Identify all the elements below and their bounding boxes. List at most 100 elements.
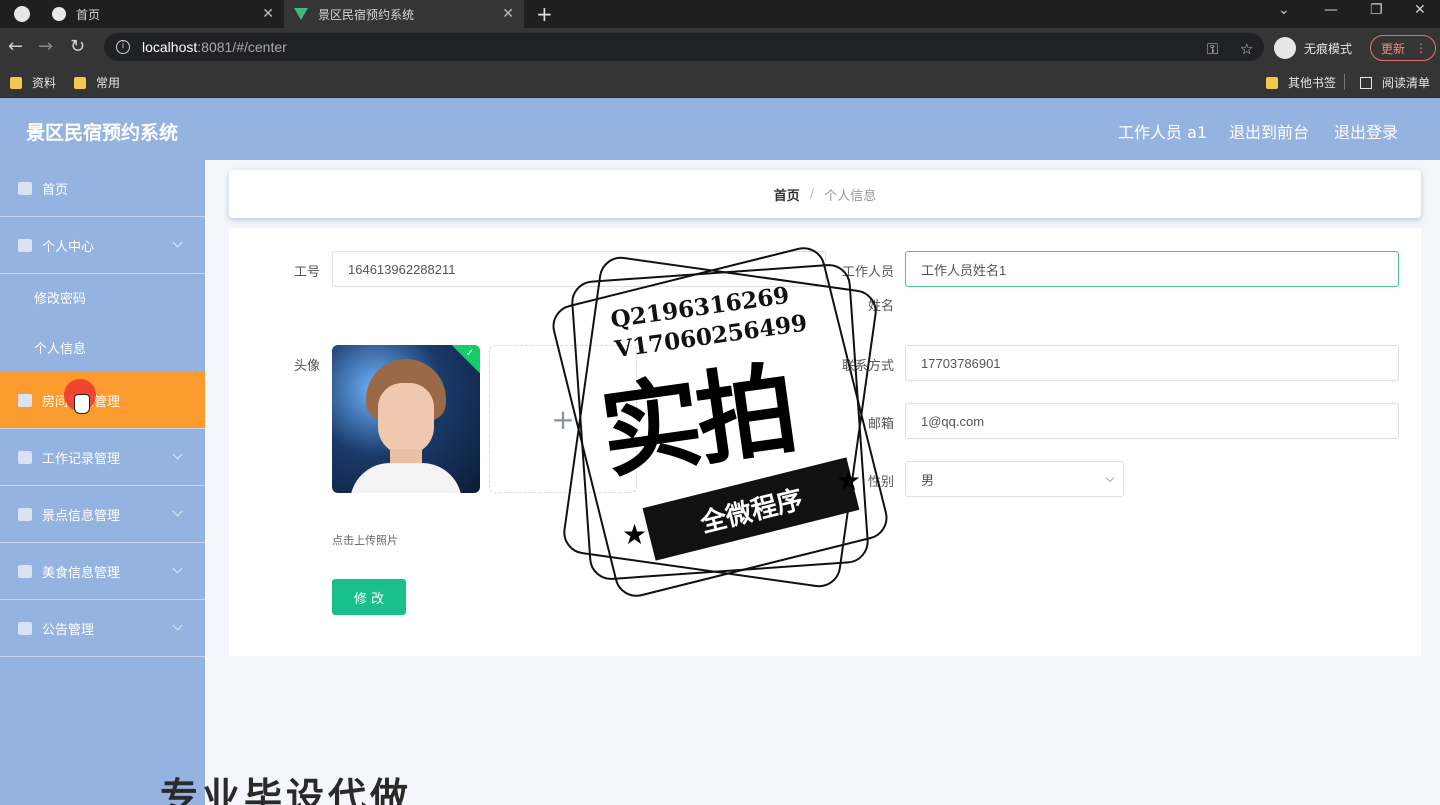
sidebar-item-label: 个人中心 xyxy=(42,239,95,255)
reload-icon[interactable]: ↻ xyxy=(70,36,85,57)
phone-input[interactable]: 17703786901 xyxy=(905,345,1399,381)
email-value: 1@qq.com xyxy=(921,413,985,429)
tab-app[interactable]: 景区民宿预约系统 ✕ xyxy=(284,0,524,28)
chevron-down-icon xyxy=(172,449,183,460)
sidebar-item-change-password[interactable]: 修改密码 xyxy=(0,272,205,322)
sidebar-item-room-management[interactable]: 房间信息管理 xyxy=(0,372,205,429)
hand-cursor-icon xyxy=(74,394,90,414)
new-tab-icon[interactable]: + xyxy=(536,2,553,26)
app-title: 景区民宿预约系统 xyxy=(26,122,179,144)
home-icon xyxy=(18,181,32,195)
stamp-big-text: 实拍 xyxy=(594,350,801,493)
chevron-down-icon[interactable]: ⌄ xyxy=(1278,2,1290,18)
forward-icon[interactable]: → xyxy=(38,36,53,57)
bookmark-label: 阅读清单 xyxy=(1382,76,1431,90)
chevron-up-icon xyxy=(172,237,183,248)
chevron-down-icon xyxy=(172,620,183,631)
grid-icon xyxy=(18,507,32,521)
sidebar-item-label: 公告管理 xyxy=(42,622,95,638)
back-to-front-link[interactable]: 退出到前台 xyxy=(1229,119,1309,143)
avatar-face xyxy=(378,383,434,455)
chevron-down-icon xyxy=(172,563,183,574)
url-input[interactable]: i localhost :8081/#/center xyxy=(104,33,1264,61)
name-value: 工作人员姓名1 xyxy=(921,262,1007,278)
divider xyxy=(1344,74,1345,90)
aperture-icon xyxy=(18,621,32,635)
current-user: 工作人员 a1 xyxy=(1118,123,1208,142)
bookmarks-bar: 资料 常用 其他书签 阅读清单 xyxy=(0,66,1440,98)
incognito-label: 无痕模式 xyxy=(1304,41,1353,56)
user-icon xyxy=(18,564,32,578)
breadcrumb-current: 个人信息 xyxy=(824,188,877,204)
update-button[interactable]: 更新 ⋮ xyxy=(1370,35,1436,61)
back-icon[interactable]: ← xyxy=(8,36,23,57)
star-icon: ★ xyxy=(622,518,648,551)
tab-title: 景区民宿预约系统 xyxy=(318,7,415,22)
address-bar-row: ← → ↻ i localhost :8081/#/center xyxy=(0,28,1440,66)
folder-icon xyxy=(10,76,22,89)
bookmark-label: 资料 xyxy=(32,76,57,90)
chevron-down-icon xyxy=(172,506,183,517)
bookmark-folder[interactable]: 常用 xyxy=(74,74,120,91)
upload-hint: 点击上传照片 xyxy=(332,534,398,547)
minimize-icon[interactable]: — xyxy=(1324,2,1338,18)
sidebar-item-label: 个人信息 xyxy=(34,341,87,357)
tab-home[interactable]: 首页 ✕ xyxy=(52,0,284,28)
close-window-icon[interactable]: ✕ xyxy=(1414,2,1426,18)
gender-select[interactable]: 男 xyxy=(905,461,1124,497)
sidebar-item-label: 景点信息管理 xyxy=(42,508,121,524)
avatar-label: 头像 xyxy=(293,359,320,374)
email-input[interactable]: 1@qq.com xyxy=(905,403,1399,439)
sidebar-item-personal-center[interactable]: 个人中心 xyxy=(0,217,205,274)
url-path: :8081/#/center xyxy=(197,39,287,55)
check-icon: ✓ xyxy=(465,348,474,359)
avatar-image[interactable]: ✓ xyxy=(332,345,480,493)
other-bookmarks[interactable]: 其他书签 xyxy=(1266,74,1336,91)
book-icon xyxy=(18,393,32,407)
browser-tab-bar: 首页 ✕ 景区民宿预约系统 ✕ + ⌄ — ❐ ✕ xyxy=(0,0,1440,28)
gender-value: 男 xyxy=(921,472,935,488)
sidebar-item-home[interactable]: 首页 xyxy=(0,160,205,217)
bookmark-label: 常用 xyxy=(96,76,121,90)
keyboard-icon xyxy=(18,450,32,464)
breadcrumb-home[interactable]: 首页 xyxy=(774,185,800,204)
star-icon[interactable]: ☆ xyxy=(1240,40,1253,58)
sidebar-item-announcements[interactable]: 公告管理 xyxy=(0,600,205,657)
close-icon[interactable]: ✕ xyxy=(262,6,274,22)
id-label: 工号 xyxy=(293,265,320,280)
logout-link[interactable]: 退出登录 xyxy=(1334,119,1398,143)
folder-icon xyxy=(74,76,86,89)
update-label: 更新 xyxy=(1381,41,1406,56)
sidebar: 首页 个人中心 修改密码 个人信息 房间信息管理 工作记录管理 景点信息管理 美… xyxy=(0,160,205,805)
tab-title: 首页 xyxy=(76,7,101,22)
app-header: 景区民宿预约系统 工作人员 a1 退出到前台 退出登录 xyxy=(0,98,1440,160)
star-icon: ★ xyxy=(836,464,862,497)
reading-list[interactable]: 阅读清单 xyxy=(1360,74,1430,91)
submit-button[interactable]: 修 改 xyxy=(332,579,406,615)
restore-icon[interactable]: ❐ xyxy=(1370,2,1383,18)
info-icon[interactable]: i xyxy=(116,40,130,54)
sidebar-item-label: 美食信息管理 xyxy=(42,565,121,581)
watermark-bottom-text: 专业毕设代做 xyxy=(160,775,413,805)
id-value: 164613962288211 xyxy=(348,261,456,277)
sidebar-item-profile[interactable]: 个人信息 xyxy=(0,322,205,372)
more-icon: ⋮ xyxy=(1415,41,1428,55)
breadcrumb-separator: / xyxy=(809,186,815,202)
close-icon[interactable]: ✕ xyxy=(502,6,514,22)
breadcrumb: 首页 / 个人信息 xyxy=(229,170,1421,218)
sidebar-item-food[interactable]: 美食信息管理 xyxy=(0,543,205,600)
url-host: localhost xyxy=(142,39,198,55)
bookmark-label: 其他书签 xyxy=(1288,76,1337,90)
avatar-shirt xyxy=(350,463,462,493)
sidebar-item-attractions[interactable]: 景点信息管理 xyxy=(0,486,205,543)
sidebar-item-work-records[interactable]: 工作记录管理 xyxy=(0,429,205,486)
phone-value: 17703786901 xyxy=(921,355,1001,371)
reading-list-icon xyxy=(1360,76,1372,89)
key-icon[interactable]: ⚿ xyxy=(1207,40,1218,58)
user-icon xyxy=(18,238,32,252)
name-input[interactable]: 工作人员姓名1 xyxy=(905,251,1399,287)
bookmark-folder[interactable]: 资料 xyxy=(10,74,56,91)
incognito-icon xyxy=(1274,37,1296,59)
incognito-indicator[interactable]: 无痕模式 xyxy=(1274,36,1352,60)
chevron-down-icon xyxy=(1105,473,1115,483)
